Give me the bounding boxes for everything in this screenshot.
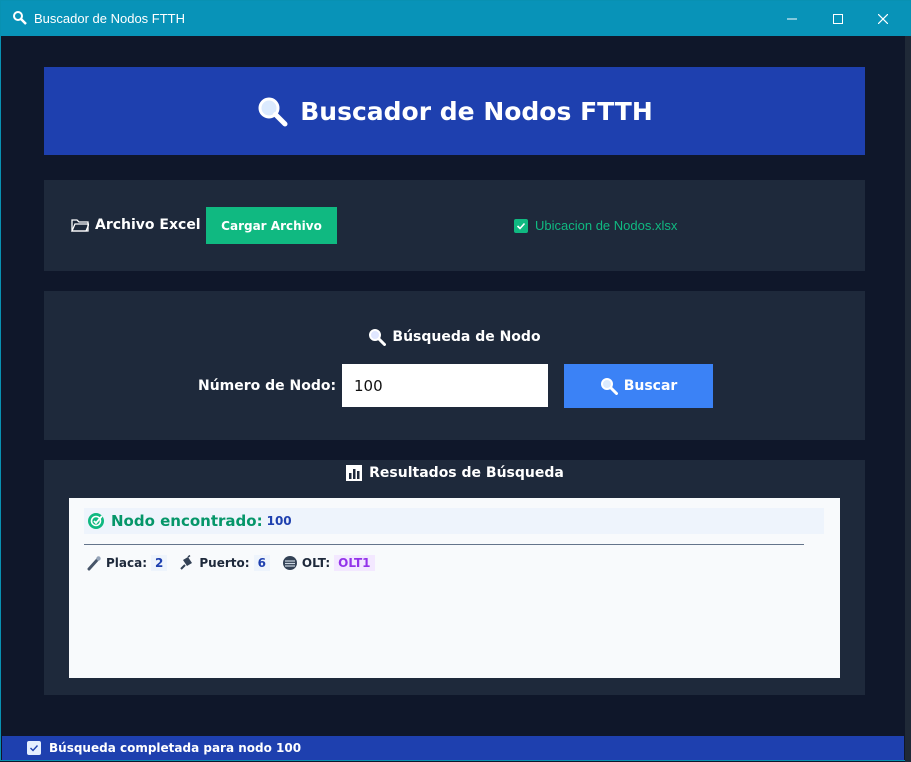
divider [84,544,804,545]
close-icon [878,13,888,24]
app-header: Buscador de Nodos FTTH [44,67,865,155]
file-panel: Archivo Excel Cargar Archivo Ubicacion d… [44,180,865,271]
folder-icon [71,219,89,232]
status-text: Búsqueda completada para nodo 100 [49,741,302,755]
node-details: Placa: 2 Puerto: 6 OLT: OLT1 [86,555,375,571]
file-status: Ubicacion de Nodos.xlsx [514,218,677,233]
magnifier-icon [369,329,387,346]
found-row: Nodo encontrado: 100 [84,508,824,534]
node-number-input[interactable] [342,364,548,407]
results-box: Nodo encontrado: 100 Placa: 2 Puerto: 6 [69,498,840,678]
excel-label: Archivo Excel [71,217,201,233]
status-bar: Búsqueda completada para nodo 100 [2,736,904,760]
window-title: Buscador de Nodos FTTH [34,11,186,26]
minimize-button[interactable] [769,1,815,36]
search-button-label: Buscar [623,378,678,394]
magnifier-icon [13,11,27,25]
results-panel: Resultados de Búsqueda Nodo encontrado: … [44,460,865,695]
search-button[interactable]: Buscar [564,364,713,408]
window-edge [905,36,911,762]
app-window: Buscador de Nodos FTTH Buscador de Nodos… [0,0,911,762]
search-title: Búsqueda de Nodo [44,328,865,346]
close-button[interactable] [860,1,906,36]
placa-value: 2 [151,555,168,571]
header-title: Buscador de Nodos FTTH [300,96,653,126]
excel-label-text: Archivo Excel [95,217,201,233]
title-bar[interactable]: Buscador de Nodos FTTH [1,1,910,36]
found-label: Nodo encontrado: [111,512,263,530]
file-name: Ubicacion de Nodos.xlsx [535,218,678,233]
magnifier-icon [600,378,618,395]
search-title-text: Búsqueda de Nodo [392,329,541,345]
results-title: Resultados de Búsqueda [44,464,865,482]
target-check-icon [88,513,104,529]
results-title-text: Resultados de Búsqueda [369,465,564,481]
load-file-button[interactable]: Cargar Archivo [206,207,337,244]
magnifier-icon [258,97,288,127]
plug-icon [180,555,193,570]
check-icon [27,741,41,755]
bar-chart-icon [346,465,363,481]
puerto-label: Puerto: [199,556,250,570]
server-icon [282,556,297,570]
node-number-label: Número de Nodo: [198,378,337,394]
search-panel: Búsqueda de Nodo Número de Nodo: Buscar [44,291,865,440]
check-icon [514,218,528,233]
maximize-button[interactable] [815,1,861,36]
placa-label: Placa: [106,556,148,570]
minimize-icon [787,18,797,19]
olt-value: OLT1 [334,555,375,571]
wrench-icon [87,556,101,571]
maximize-icon [833,13,843,24]
olt-label: OLT: [301,556,331,570]
found-value: 100 [266,514,292,528]
puerto-value: 6 [253,555,270,571]
